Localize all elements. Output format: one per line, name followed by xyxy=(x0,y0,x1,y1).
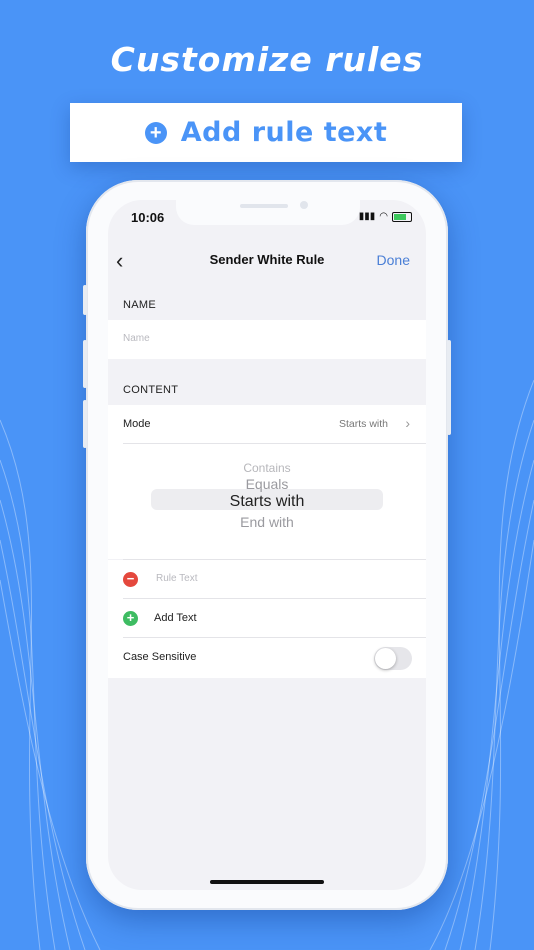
add-text-row[interactable]: + Add Text xyxy=(108,599,426,638)
wifi-icon: ◠ xyxy=(379,211,388,222)
mode-row[interactable]: Mode Starts with › xyxy=(108,405,426,445)
rule-text-input[interactable]: Rule Text xyxy=(156,573,198,584)
picker-option[interactable]: Contains xyxy=(108,461,426,475)
name-input[interactable]: Name xyxy=(123,333,150,344)
name-field-row[interactable]: Name xyxy=(108,320,426,359)
status-time: 10:06 xyxy=(131,210,165,225)
remove-circle-icon[interactable]: − xyxy=(123,572,138,587)
add-text-label: Add Text xyxy=(154,612,197,624)
battery-icon xyxy=(392,211,412,222)
name-section-header: NAME xyxy=(123,299,156,311)
picker-option-selected[interactable]: Starts with xyxy=(108,493,426,511)
side-button-power xyxy=(447,340,451,435)
content-section-header: CONTENT xyxy=(123,384,179,396)
case-sensitive-label: Case Sensitive xyxy=(123,651,197,663)
speaker xyxy=(240,204,288,208)
side-button-volume-down xyxy=(83,400,87,448)
signal-icon: ▮▮▮ xyxy=(358,211,376,222)
navigation-bar: ‹ Sender White Rule Done xyxy=(108,242,426,282)
notch xyxy=(176,200,360,225)
toggle-knob xyxy=(375,648,396,669)
headline: Customize rules xyxy=(110,40,424,79)
chevron-right-icon: › xyxy=(405,415,410,431)
phone-screen: 10:06 ▮▮▮ ◠ ‹ Sender White Rule Done NAM… xyxy=(108,200,426,890)
done-button[interactable]: Done xyxy=(377,252,410,268)
plus-circle-icon: + xyxy=(144,121,167,144)
mode-value: Starts with xyxy=(338,418,388,430)
camera xyxy=(300,201,308,209)
case-sensitive-toggle[interactable] xyxy=(374,647,412,670)
mode-picker[interactable]: Contains Equals Starts with End with xyxy=(108,444,426,559)
picker-option[interactable]: End with xyxy=(108,514,426,530)
banner-text: Add rule text xyxy=(180,117,388,148)
case-sensitive-row: Case Sensitive xyxy=(108,638,426,678)
add-rule-text-banner: + Add rule text xyxy=(70,103,462,162)
side-button-mute xyxy=(83,285,87,315)
picker-option[interactable]: Equals xyxy=(108,476,426,492)
add-circle-icon[interactable]: + xyxy=(123,611,138,626)
mode-label: Mode xyxy=(123,418,151,430)
side-button-volume-up xyxy=(83,340,87,388)
phone-frame: 10:06 ▮▮▮ ◠ ‹ Sender White Rule Done NAM… xyxy=(83,180,451,910)
home-indicator xyxy=(210,880,324,884)
status-icons: ▮▮▮ ◠ xyxy=(359,211,412,222)
rule-text-row[interactable]: − Rule Text xyxy=(108,560,426,599)
